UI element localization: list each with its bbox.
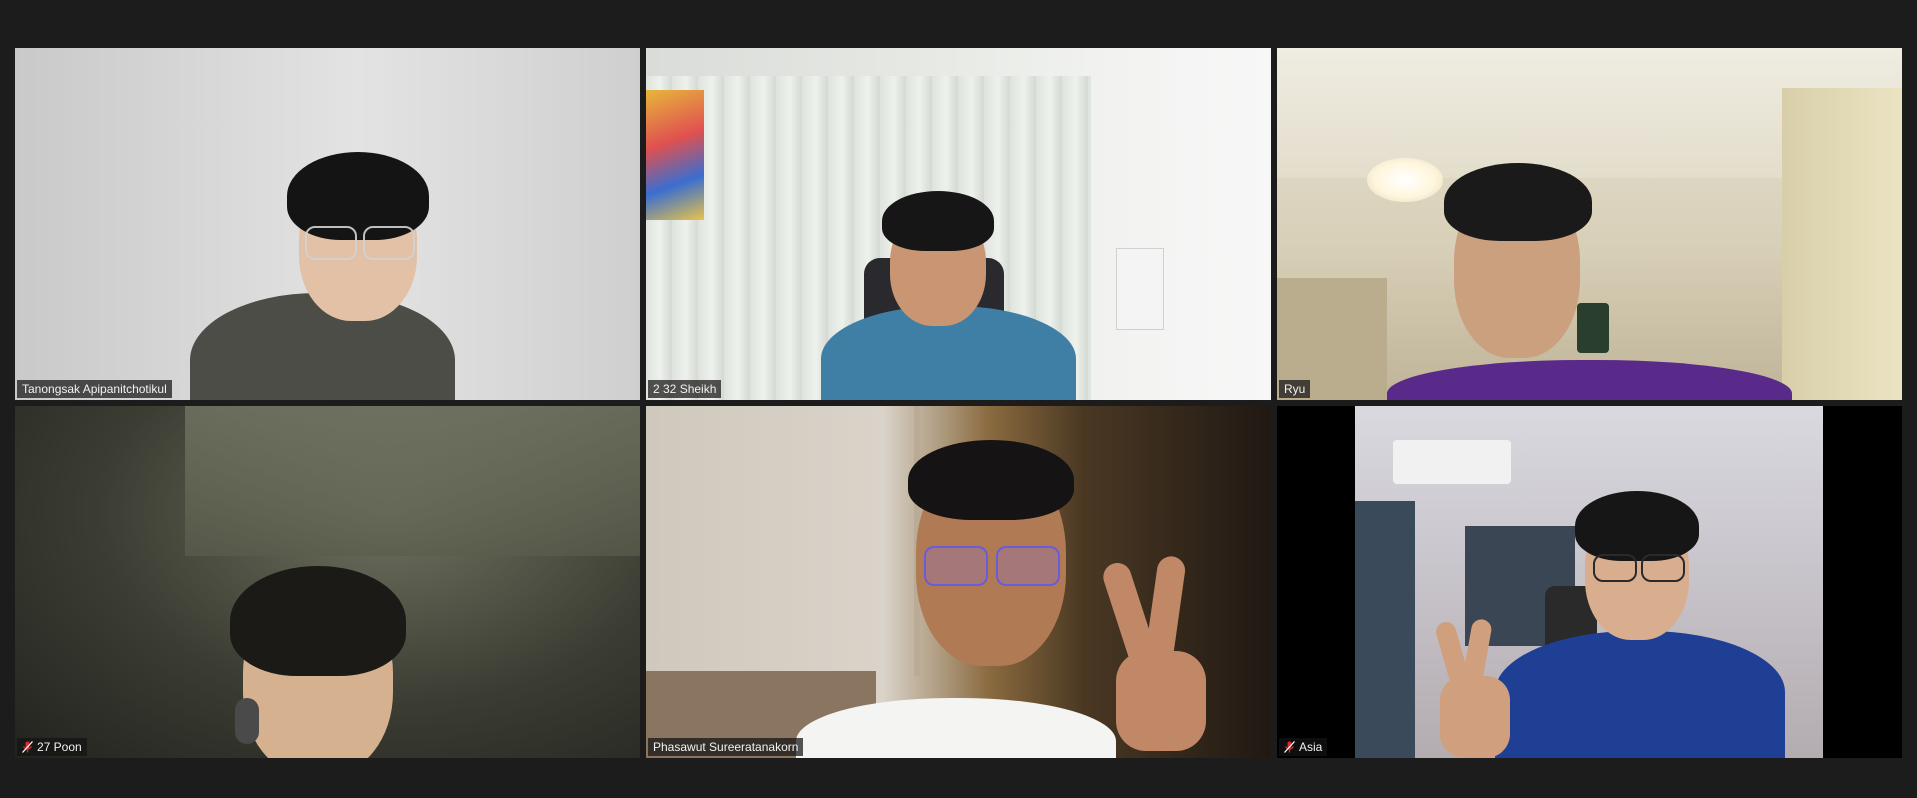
video-feed <box>1277 406 1902 758</box>
participant-name: Phasawut Sureeratanakorn <box>653 740 799 754</box>
participant-tile-5[interactable]: Phasawut Sureeratanakorn <box>646 406 1271 758</box>
participant-name-label: Ryu <box>1279 380 1311 398</box>
participant-name: Tanongsak Apipanitchotikul <box>22 382 167 396</box>
video-feed <box>646 406 1271 758</box>
participant-tile-6[interactable]: Asia <box>1277 406 1902 758</box>
video-feed <box>15 406 640 758</box>
video-gallery: Tanongsak Apipanitchotikul 2 32 Sheikh R… <box>0 0 1917 798</box>
participant-name-label: 27 Poon <box>17 738 87 756</box>
participant-name-label: Tanongsak Apipanitchotikul <box>17 380 172 398</box>
mic-off-icon <box>1284 741 1295 753</box>
participant-name-label: 2 32 Sheikh <box>648 380 722 398</box>
participant-tile-4[interactable]: 27 Poon <box>15 406 640 758</box>
participant-name: 2 32 Sheikh <box>653 382 717 396</box>
participant-name: Ryu <box>1284 382 1306 396</box>
mic-off-icon <box>22 741 33 753</box>
participant-name: Asia <box>1299 740 1323 754</box>
participant-name-label: Asia <box>1279 738 1328 756</box>
participant-name: 27 Poon <box>37 740 82 754</box>
participant-tile-1[interactable]: Tanongsak Apipanitchotikul <box>15 48 640 400</box>
participant-grid: Tanongsak Apipanitchotikul 2 32 Sheikh R… <box>15 48 1902 758</box>
participant-tile-3[interactable]: Ryu <box>1277 48 1902 400</box>
participant-name-label: Phasawut Sureeratanakorn <box>648 738 804 756</box>
video-feed <box>1277 48 1902 400</box>
video-feed <box>646 48 1271 400</box>
video-feed <box>15 48 640 400</box>
participant-tile-2[interactable]: 2 32 Sheikh <box>646 48 1271 400</box>
